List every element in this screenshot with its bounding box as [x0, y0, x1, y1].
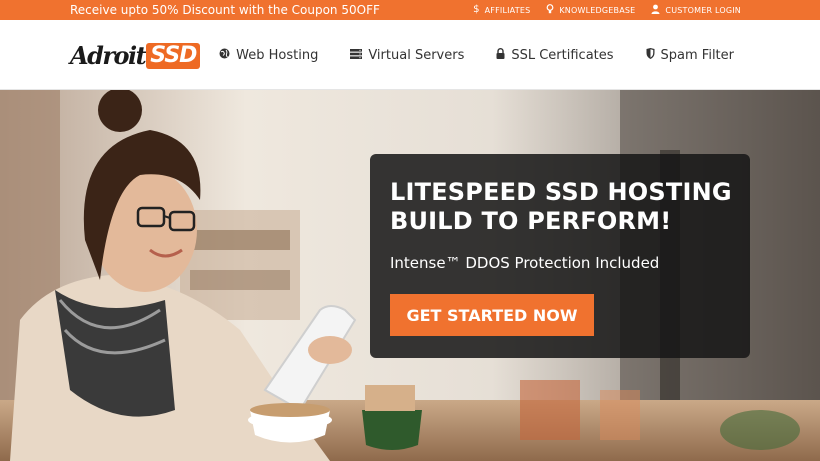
hero-panel: LITESPEED SSD HOSTING BUILD TO PERFORM! …	[370, 154, 750, 358]
nav-ssl-certificates-label: SSL Certificates	[511, 47, 614, 63]
knowledgebase-link[interactable]: KNOWLEDGEBASE	[530, 3, 636, 17]
get-started-button[interactable]: GET STARTED NOW	[390, 294, 594, 336]
nav-virtual-servers[interactable]: Virtual Servers	[350, 48, 464, 63]
hero-banner: LITESPEED SSD HOSTING BUILD TO PERFORM! …	[0, 90, 820, 461]
hero-headline-line-2: BUILD TO PERFORM!	[390, 207, 672, 235]
hero-subline: Intense™ DDOS Protection Included	[390, 254, 660, 272]
user-icon	[651, 4, 660, 17]
nav-spam-filter[interactable]: Spam Filter	[646, 48, 734, 63]
lock-icon	[496, 48, 505, 62]
customer-login-label: CUSTOMER LOGIN	[665, 5, 741, 15]
nav-ssl-certificates[interactable]: SSL Certificates	[496, 47, 614, 63]
site-logo[interactable]: Adroit SSD	[70, 40, 201, 72]
affiliates-link[interactable]: $ AFFILIATES	[457, 5, 530, 15]
affiliates-label: AFFILIATES	[484, 5, 531, 15]
shield-icon	[646, 48, 655, 62]
customer-login-link[interactable]: CUSTOMER LOGIN	[635, 4, 741, 17]
lightbulb-icon	[546, 3, 554, 17]
nav-spam-filter-label: Spam Filter	[660, 47, 734, 63]
knowledgebase-label: KNOWLEDGEBASE	[559, 5, 636, 15]
top-bar: Receive upto 50% Discount with the Coupo…	[0, 0, 820, 20]
main-nav: Web Hosting Virtual Servers SSL Certific…	[219, 20, 734, 90]
dollar-icon: $	[473, 4, 480, 15]
main-header: Adroit SSD Web Hosting Virtual Servers S…	[0, 20, 820, 90]
top-links: $ AFFILIATES KNOWLEDGEBASE CUSTOMER LOGI…	[457, 0, 741, 20]
nav-web-hosting[interactable]: Web Hosting	[219, 48, 318, 63]
promo-text: Receive upto 50% Discount with the Coupo…	[70, 3, 380, 17]
globe-icon	[219, 48, 230, 62]
nav-virtual-servers-label: Virtual Servers	[368, 47, 465, 63]
nav-web-hosting-label: Web Hosting	[236, 47, 319, 63]
hero-headline-line-1: LITESPEED SSD HOSTING	[390, 178, 732, 206]
logo-word: Adroit	[70, 41, 147, 70]
logo-badge: SSD	[146, 43, 201, 69]
hero-headline: LITESPEED SSD HOSTING BUILD TO PERFORM!	[390, 178, 740, 236]
server-icon	[350, 48, 363, 62]
